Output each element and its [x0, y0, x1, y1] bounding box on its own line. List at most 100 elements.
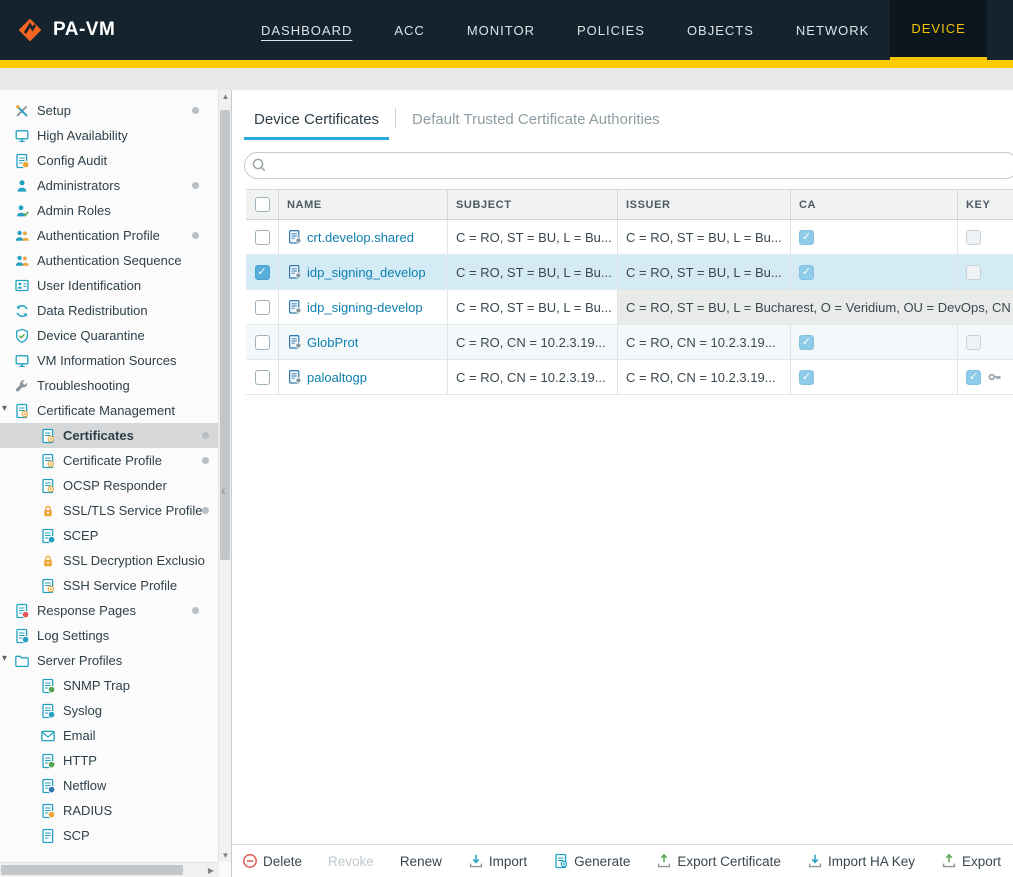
sidebar-item-admin-roles[interactable]: Admin Roles: [0, 198, 218, 223]
doc-green-icon: [40, 678, 57, 694]
scroll-down-icon[interactable]: ▼: [219, 849, 232, 862]
sidebar-item-scep[interactable]: SCEP: [0, 523, 218, 548]
column-header-name[interactable]: NAME: [279, 190, 448, 219]
sidebar-item-snmp-trap[interactable]: SNMP Trap: [0, 673, 218, 698]
import-button[interactable]: Import: [468, 853, 527, 869]
certificate-link[interactable]: idp_signing_develop: [287, 264, 426, 280]
expand-caret-icon[interactable]: ▾: [2, 403, 7, 414]
ca-checkbox[interactable]: ✓: [799, 230, 814, 245]
certificate-search-input[interactable]: [244, 152, 1013, 179]
sidebar-item-label: SCEP: [63, 528, 98, 543]
key-checkbox[interactable]: [966, 265, 981, 280]
column-header-key[interactable]: KEY: [958, 190, 1013, 219]
delete-button[interactable]: Delete: [242, 853, 302, 869]
certificate-link[interactable]: paloaltogp: [287, 369, 367, 385]
sidebar-item-troubleshooting[interactable]: Troubleshooting: [0, 373, 218, 398]
row-checkbox[interactable]: [255, 230, 270, 245]
app-root: PA-VM DASHBOARDACCMONITORPOLICIESOBJECTS…: [0, 0, 1013, 877]
certificates-table: NAMESUBJECTISSUERCAKEYcrt.develop.shared…: [246, 189, 1013, 395]
ca-checkbox[interactable]: ✓: [799, 265, 814, 280]
sidebar-item-http[interactable]: HTTP: [0, 748, 218, 773]
sidebar-item-authentication-sequence[interactable]: Authentication Sequence: [0, 248, 218, 273]
sidebar-collapse-handle[interactable]: ‹: [221, 478, 232, 502]
sidebar-item-data-redistribution[interactable]: Data Redistribution: [0, 298, 218, 323]
nav-monitor[interactable]: MONITOR: [446, 0, 556, 60]
sidebar-item-administrators[interactable]: Administrators: [0, 173, 218, 198]
sidebar-item-radius[interactable]: RADIUS: [0, 798, 218, 823]
row-select-cell: [246, 220, 279, 254]
export-certificate-button[interactable]: Export Certificate: [656, 853, 781, 869]
row-checkbox[interactable]: [255, 370, 270, 385]
sidebar-item-ssh-service-profile[interactable]: SSH Service Profile: [0, 573, 218, 598]
import-ha-key-button[interactable]: Import HA Key: [807, 853, 915, 869]
expand-caret-icon[interactable]: ▾: [2, 653, 7, 664]
sidebar-horizontal-scrollbar[interactable]: ▶: [0, 862, 219, 877]
subheader-band: [0, 68, 1013, 90]
doc-teal-icon: [40, 528, 57, 544]
key-checkbox[interactable]: ✓: [966, 370, 981, 385]
sidebar-item-email[interactable]: Email: [0, 723, 218, 748]
sidebar-item-authentication-profile[interactable]: Authentication Profile: [0, 223, 218, 248]
key-checkbox[interactable]: [966, 335, 981, 350]
sidebar-item-high-availability[interactable]: High Availability: [0, 123, 218, 148]
status-dot: [192, 107, 199, 114]
nav-network[interactable]: NETWORK: [775, 0, 890, 60]
sidebar-item-ssl-decryption-exclusio[interactable]: SSL Decryption Exclusio: [0, 548, 218, 573]
certificate-link[interactable]: GlobProt: [287, 334, 358, 350]
certificate-link[interactable]: idp_signing-develop: [287, 299, 423, 315]
row-select-cell: [246, 360, 279, 394]
select-all-checkbox[interactable]: [255, 197, 270, 212]
status-dot: [192, 232, 199, 239]
ca-checkbox[interactable]: ✓: [799, 335, 814, 350]
column-header-issuer[interactable]: ISSUER: [618, 190, 791, 219]
tab-default-trusted-certificate-authorities[interactable]: Default Trusted Certificate Authorities: [402, 105, 670, 140]
search-bar: [244, 152, 1013, 179]
nav-policies[interactable]: POLICIES: [556, 0, 666, 60]
sidebar-item-vm-information-sources[interactable]: VM Information Sources: [0, 348, 218, 373]
nav-dashboard[interactable]: DASHBOARD: [240, 0, 373, 60]
row-checkbox[interactable]: ✓: [255, 265, 270, 280]
ca-checkbox[interactable]: ✓: [799, 370, 814, 385]
table-row[interactable]: GlobProtC = RO, CN = 10.2.3.19...C = RO,…: [246, 325, 1013, 360]
sidebar-item-ocsp-responder[interactable]: OCSP Responder: [0, 473, 218, 498]
nav-objects[interactable]: OBJECTS: [666, 0, 775, 60]
renew-button[interactable]: Renew: [400, 854, 442, 869]
search-icon: [251, 157, 267, 178]
column-header-ca[interactable]: CA: [791, 190, 958, 219]
export-button[interactable]: Export: [941, 853, 1001, 869]
table-row[interactable]: ✓idp_signing_developC = RO, ST = BU, L =…: [246, 255, 1013, 290]
scroll-up-icon[interactable]: ▲: [219, 90, 232, 103]
sidebar-item-certificate-management[interactable]: ▾Certificate Management: [0, 398, 218, 423]
sidebar-item-certificates[interactable]: Certificates: [0, 423, 218, 448]
table-row[interactable]: idp_signing-developC = RO, ST = BU, L = …: [246, 290, 1013, 325]
sidebar-item-setup[interactable]: Setup: [0, 98, 218, 123]
import-icon: [807, 853, 823, 869]
sidebar-item-log-settings[interactable]: Log Settings: [0, 623, 218, 648]
table-row[interactable]: crt.develop.sharedC = RO, ST = BU, L = B…: [246, 220, 1013, 255]
key-checkbox[interactable]: [966, 230, 981, 245]
sidebar-item-certificate-profile[interactable]: Certificate Profile: [0, 448, 218, 473]
certificate-link[interactable]: crt.develop.shared: [287, 229, 414, 245]
row-select-cell: [246, 290, 279, 324]
table-row[interactable]: paloaltogpC = RO, CN = 10.2.3.19...C = R…: [246, 360, 1013, 395]
scroll-right-icon[interactable]: ▶: [203, 863, 219, 877]
sidebar-item-user-identification[interactable]: User Identification: [0, 273, 218, 298]
row-checkbox[interactable]: [255, 300, 270, 315]
sidebar-item-netflow[interactable]: Netflow: [0, 773, 218, 798]
nav-device[interactable]: DEVICE: [890, 0, 986, 60]
cert-icon: [40, 453, 57, 469]
tab-device-certificates[interactable]: Device Certificates: [244, 105, 389, 140]
sidebar-item-ssl-tls-service-profile[interactable]: SSL/TLS Service Profile: [0, 498, 218, 523]
horizontal-scroll-thumb[interactable]: [1, 865, 183, 875]
row-checkbox[interactable]: [255, 335, 270, 350]
sidebar-item-response-pages[interactable]: Response Pages: [0, 598, 218, 623]
sidebar-item-server-profiles[interactable]: ▾Server Profiles: [0, 648, 218, 673]
sidebar-vertical-scrollbar[interactable]: ▲ ▼: [218, 90, 231, 862]
sidebar-item-scp[interactable]: SCP: [0, 823, 218, 848]
sidebar-item-device-quarantine[interactable]: Device Quarantine: [0, 323, 218, 348]
sidebar-item-config-audit[interactable]: Config Audit: [0, 148, 218, 173]
sidebar-item-syslog[interactable]: Syslog: [0, 698, 218, 723]
column-header-subject[interactable]: SUBJECT: [448, 190, 618, 219]
generate-button[interactable]: Generate: [553, 853, 630, 869]
nav-acc[interactable]: ACC: [373, 0, 445, 60]
